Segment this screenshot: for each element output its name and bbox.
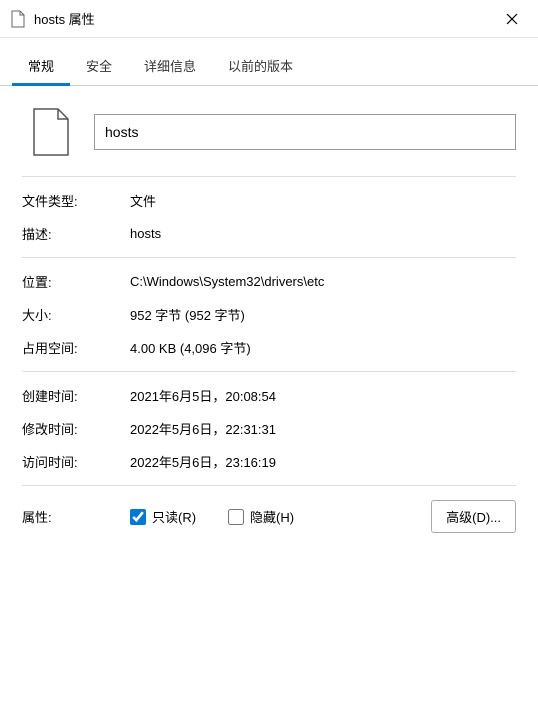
readonly-wrap[interactable]: 只读(R) bbox=[130, 507, 196, 526]
attribute-boxes: 只读(R) 隐藏(H) 高级(D)... bbox=[130, 500, 516, 533]
titlebar: hosts 属性 bbox=[0, 0, 538, 38]
file-header bbox=[22, 104, 516, 160]
value-description: hosts bbox=[130, 226, 516, 241]
hidden-wrap[interactable]: 隐藏(H) bbox=[228, 507, 294, 526]
readonly-label: 只读(R) bbox=[152, 507, 196, 526]
label-size-on-disk: 占用空间: bbox=[22, 338, 130, 357]
tab-security[interactable]: 安全 bbox=[70, 48, 128, 86]
row-accessed: 访问时间: 2022年5月6日，23:16:19 bbox=[22, 452, 516, 471]
close-button[interactable] bbox=[492, 4, 532, 34]
advanced-button[interactable]: 高级(D)... bbox=[431, 500, 516, 533]
hidden-label: 隐藏(H) bbox=[250, 507, 294, 526]
divider bbox=[22, 257, 516, 258]
divider bbox=[22, 371, 516, 372]
label-modified: 修改时间: bbox=[22, 419, 130, 438]
label-description: 描述: bbox=[22, 224, 130, 243]
value-size: 952 字节 (952 字节) bbox=[130, 305, 516, 324]
row-description: 描述: hosts bbox=[22, 224, 516, 243]
tab-previous-versions[interactable]: 以前的版本 bbox=[212, 48, 309, 86]
tab-details[interactable]: 详细信息 bbox=[128, 48, 212, 86]
label-filetype: 文件类型: bbox=[22, 191, 130, 210]
readonly-checkbox[interactable] bbox=[130, 509, 146, 525]
window-title: hosts 属性 bbox=[34, 9, 492, 28]
value-accessed: 2022年5月6日，23:16:19 bbox=[130, 452, 516, 471]
row-created: 创建时间: 2021年6月5日，20:08:54 bbox=[22, 386, 516, 405]
file-icon bbox=[10, 9, 26, 29]
row-filetype: 文件类型: 文件 bbox=[22, 191, 516, 210]
label-size: 大小: bbox=[22, 305, 130, 324]
value-created: 2021年6月5日，20:08:54 bbox=[130, 386, 516, 405]
label-location: 位置: bbox=[22, 272, 130, 291]
row-size-on-disk: 占用空间: 4.00 KB (4,096 字节) bbox=[22, 338, 516, 357]
tab-general[interactable]: 常规 bbox=[12, 48, 70, 86]
hidden-checkbox[interactable] bbox=[228, 509, 244, 525]
value-filetype: 文件 bbox=[130, 191, 516, 210]
file-icon-large bbox=[28, 104, 74, 160]
row-modified: 修改时间: 2022年5月6日，22:31:31 bbox=[22, 419, 516, 438]
label-accessed: 访问时间: bbox=[22, 452, 130, 471]
row-attributes: 属性: 只读(R) 隐藏(H) 高级(D)... bbox=[22, 500, 516, 533]
label-created: 创建时间: bbox=[22, 386, 130, 405]
tabs: 常规 安全 详细信息 以前的版本 bbox=[0, 38, 538, 86]
row-location: 位置: C:\Windows\System32\drivers\etc bbox=[22, 272, 516, 291]
divider bbox=[22, 485, 516, 486]
value-size-on-disk: 4.00 KB (4,096 字节) bbox=[130, 338, 516, 357]
divider bbox=[22, 176, 516, 177]
value-location: C:\Windows\System32\drivers\etc bbox=[130, 274, 516, 289]
value-modified: 2022年5月6日，22:31:31 bbox=[130, 419, 516, 438]
properties-window: hosts 属性 常规 安全 详细信息 以前的版本 文件类型: 文件 bbox=[0, 0, 538, 721]
tab-content: 文件类型: 文件 描述: hosts 位置: C:\Windows\System… bbox=[0, 86, 538, 721]
row-size: 大小: 952 字节 (952 字节) bbox=[22, 305, 516, 324]
filename-input[interactable] bbox=[94, 114, 516, 150]
label-attributes: 属性: bbox=[22, 507, 130, 526]
